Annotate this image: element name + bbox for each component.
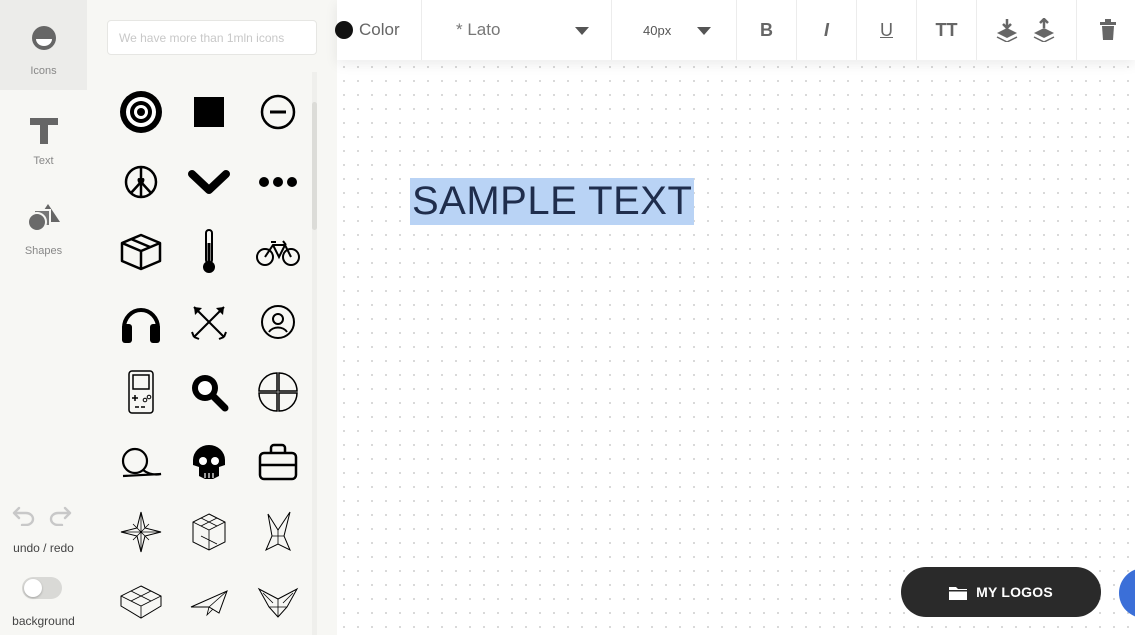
font-size-value: 40px [643,22,672,38]
panel-scrollbar[interactable] [312,72,317,635]
peace-heart-icon[interactable] [116,157,166,207]
origami-box-icon[interactable] [116,577,166,627]
background-label: background [12,614,75,628]
bring-forward-button[interactable] [1032,0,1058,60]
folder-icon [949,586,968,600]
font-select-value: * Lato [456,20,501,39]
text-toolbar: Color * Lato 40px B I U TT [335,0,1135,60]
rail-item-icons[interactable]: Icons [0,0,87,90]
thermometer-icon[interactable] [184,227,234,277]
left-rail: Icons Text Shapes undo / redo background [0,0,87,635]
my-logos-button[interactable]: MY LOGOS [901,567,1101,617]
shapes-tab-icon [26,204,60,232]
user-circle-icon[interactable] [253,297,303,347]
rail-item-shapes[interactable]: Shapes [0,180,87,270]
icons-tab-icon [31,26,56,50]
icons-tab-label: Icons [30,65,57,77]
origami-bird-icon[interactable] [253,577,303,627]
font-select[interactable]: * Lato [422,0,611,60]
headphones-icon[interactable] [116,297,166,347]
toggle-knob [24,579,42,597]
rail-item-text[interactable]: Text [0,90,87,180]
text-tab-icon [29,118,58,144]
sample-text[interactable]: SAMPLE TEXT [410,178,695,225]
undo-icon[interactable] [12,504,36,526]
my-logos-label: MY LOGOS [976,584,1053,600]
color-picker[interactable]: Color [335,0,421,60]
underline-label: U [880,19,893,40]
color-label: Color [359,20,400,39]
origami-cube-icon[interactable] [184,507,234,557]
gameboy-icon[interactable] [116,367,166,417]
design-canvas[interactable]: SAMPLE TEXT [337,60,1135,635]
chevron-down-icon [575,27,589,35]
icon-panel [87,0,337,635]
toolbar-divider [1076,0,1077,60]
text-tab-label: Text [33,155,54,167]
delete-button[interactable] [1099,0,1119,60]
undo-redo-group: undo / redo [0,498,87,558]
bold-label: B [760,19,773,40]
bullseye-icon[interactable] [116,87,166,137]
bicycle-icon[interactable] [253,227,303,277]
search-icon[interactable] [184,367,234,417]
trash-icon [1100,19,1116,40]
layer-up-icon [1033,18,1055,42]
origami-crane-icon[interactable] [253,507,303,557]
loop-q-icon[interactable] [116,437,166,487]
icon-search-input[interactable] [107,20,317,55]
uppercase-label: TT [935,19,958,40]
scrollbar-thumb[interactable] [312,102,317,230]
chevron-down-icon[interactable] [184,157,234,207]
skull-icon[interactable] [184,437,234,487]
font-size-select[interactable]: 40px [612,0,736,60]
square-icon[interactable] [184,87,234,137]
background-toggle-group: background [0,572,87,632]
undo-redo-label: undo / redo [13,541,74,555]
italic-button[interactable]: I [797,0,856,60]
background-toggle[interactable] [22,577,62,599]
underline-button[interactable]: U [857,0,916,60]
bold-button[interactable]: B [737,0,796,60]
chevron-down-icon [697,27,711,35]
briefcase-icon[interactable] [253,437,303,487]
color-swatch [335,21,353,39]
flower-petals-icon[interactable] [253,367,303,417]
paper-plane-icon[interactable] [184,577,234,627]
shapes-tab-label: Shapes [24,245,63,257]
crossed-arrows-icon[interactable] [184,297,234,347]
minus-circle-icon[interactable] [253,87,303,137]
layer-down-icon [996,19,1018,42]
italic-label: I [823,19,829,40]
toolbar-divider [976,0,977,60]
uppercase-button[interactable]: TT [917,0,976,60]
redo-icon[interactable] [48,504,72,526]
box-icon[interactable] [116,227,166,277]
send-backward-button[interactable] [995,0,1021,60]
compass-star-icon[interactable] [116,507,166,557]
ellipsis-icon[interactable] [253,157,303,207]
